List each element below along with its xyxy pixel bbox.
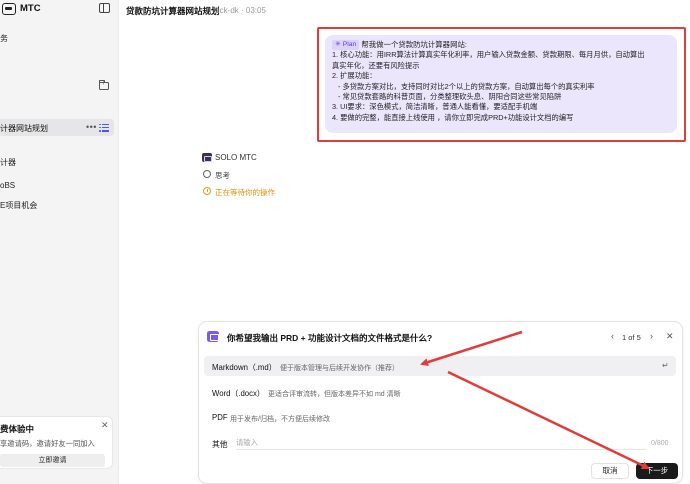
- question-icon: [207, 331, 219, 342]
- invite-title: 费体验中: [0, 424, 35, 434]
- session-meta: fuck-dk · 03:05: [213, 5, 266, 15]
- page-title: 贷款防坑计算器网站规划: [126, 6, 220, 16]
- chevron-left-icon[interactable]: ‹: [611, 331, 614, 341]
- question-counter: 1 of 5: [622, 333, 641, 342]
- option-label: Markdown（.md）: [212, 363, 277, 372]
- option-description: 便于版本管理与后续开发协作（推荐）: [280, 364, 399, 372]
- option-description: 用于发布/归档，不方便后续修改: [230, 415, 330, 423]
- cancel-button[interactable]: 取消: [591, 463, 629, 479]
- question-panel: 你希望我输出 PRD + 功能设计文档的文件格式是什么? ‹ 1 of 5 › …: [198, 321, 683, 484]
- option-word[interactable]: Word（.docx） 更适合评审流转，但版本差异不如 md 清晰: [204, 382, 676, 402]
- option-label: PDF: [212, 413, 228, 422]
- other-input[interactable]: [236, 436, 646, 450]
- invite-button[interactable]: 立即邀请: [0, 454, 105, 467]
- sidebar: MTC 务 计器网站规划 ••• 计器 oBS E项目机会 费体验中 ✕ 享邀请…: [0, 0, 119, 484]
- sidebar-item-calculator[interactable]: 计器: [0, 157, 16, 168]
- invite-card: 费体验中 ✕ 享邀请码，邀请好友一同加入 立即邀请: [0, 416, 113, 469]
- assistant-name: SOLO MTC: [215, 153, 257, 162]
- new-folder-icon[interactable]: [99, 80, 109, 90]
- option-pdf[interactable]: PDF 用于发布/归档，不方便后续修改: [204, 407, 676, 427]
- question-title: 你希望我输出 PRD + 功能设计文档的文件格式是什么?: [227, 333, 433, 343]
- chat-header: 贷款防坑计算器网站规划 fuck-dk · 03:05: [119, 0, 690, 20]
- close-icon[interactable]: ✕: [666, 331, 674, 342]
- annotation-highlight-box: [317, 27, 686, 142]
- invite-description: 享邀请码，邀请好友一同加入: [0, 439, 95, 448]
- enter-key-icon: ↵: [662, 361, 669, 370]
- close-icon[interactable]: ✕: [101, 420, 109, 431]
- app-logo-icon: [2, 3, 16, 15]
- char-count: 0/800: [651, 439, 669, 447]
- clock-icon: [203, 187, 211, 195]
- task-list-icon[interactable]: [99, 123, 109, 132]
- sidebar-item-opportunity[interactable]: E项目机会: [0, 200, 37, 211]
- option-other[interactable]: 其他 0/800: [204, 433, 676, 453]
- sidebar-item-label: 计器网站规划: [0, 124, 48, 133]
- sidebar-collapse-icon[interactable]: [99, 3, 110, 13]
- brand-name: MTC: [20, 3, 41, 14]
- option-description: 更适合评审流转，但版本差异不如 md 清晰: [268, 390, 401, 398]
- sidebar-item-tasks[interactable]: 务: [0, 33, 8, 44]
- waiting-status: 正在等待你的操作: [215, 188, 275, 197]
- sidebar-item-active-project[interactable]: 计器网站规划 •••: [0, 119, 114, 136]
- assistant-avatar-icon: [202, 153, 212, 162]
- sidebar-header: MTC: [0, 0, 118, 20]
- thinking-icon: [203, 170, 211, 178]
- next-button[interactable]: 下一步: [636, 463, 678, 479]
- chevron-right-icon[interactable]: ›: [650, 331, 653, 341]
- option-markdown[interactable]: Markdown（.md） 便于版本管理与后续开发协作（推荐） ↵: [204, 356, 676, 376]
- more-icon[interactable]: •••: [86, 122, 97, 132]
- option-label: Word（.docx）: [212, 389, 265, 398]
- sidebar-item-obs[interactable]: oBS: [0, 181, 15, 190]
- thinking-label[interactable]: 思考: [215, 170, 230, 181]
- option-label: 其他: [212, 440, 228, 449]
